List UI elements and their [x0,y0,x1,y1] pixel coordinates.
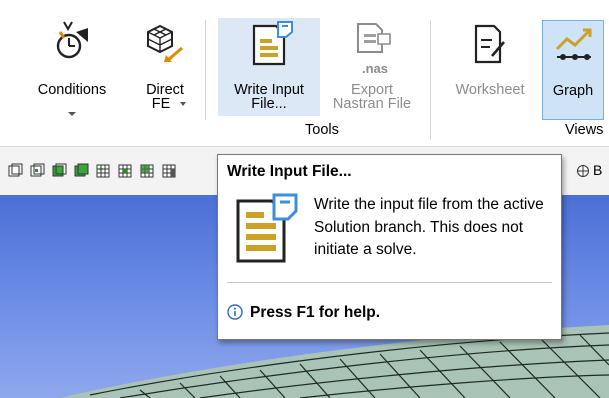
write-input-file-icon [236,193,298,263]
nas-icon-text: .nas [362,61,389,76]
chevron-down-icon [180,102,186,106]
conditions-label: Conditions [37,82,107,98]
info-icon [227,304,243,320]
select-edge-icon[interactable] [30,163,45,178]
export-nastran-icon [357,23,391,53]
select-node-icon[interactable] [96,163,111,178]
tooltip-description: Write the input file from the active Sol… [314,196,544,258]
write-input-file-icon [252,21,293,66]
tooltip-write-input-file: Write Input File... Write the input file… [217,154,562,340]
direct-fe-icon [147,24,183,62]
ribbon: Conditions Direct FE Write Input File... [0,0,609,147]
conditions-icon [56,21,88,59]
write-input-file-button[interactable]: Write Input File... [218,18,320,116]
select-face-icon[interactable] [52,163,67,178]
conditions-button[interactable]: Conditions [22,16,122,124]
graph-button[interactable]: Graph [542,20,604,120]
toolbar-partial-label: B [593,162,603,178]
tools-group-label: Tools [305,122,339,138]
select-vertex-icon[interactable] [8,163,23,178]
ribbon-separator [430,20,431,140]
select-element-face-icon[interactable] [118,163,133,178]
select-element-icon[interactable] [140,163,155,178]
tooltip-title: Write Input File... [227,163,352,180]
body-view-icon[interactable] [576,163,591,178]
worksheet-button[interactable]: Worksheet [440,16,540,124]
export-label-line2: Nastran File [332,96,412,112]
chevron-down-icon [68,112,76,116]
select-body-icon[interactable] [74,163,89,178]
select-body-elements-icon[interactable] [162,163,177,178]
direct-fe-button[interactable]: Direct FE [132,16,198,124]
views-group-label: Views [565,122,604,138]
export-nastran-file-button[interactable]: .nas Export Nastran File [322,16,422,124]
graph-icon [555,28,592,60]
worksheet-icon [474,24,505,64]
graph-label: Graph [552,83,594,99]
direct-fe-label-line2: FE [151,96,171,112]
worksheet-label: Worksheet [455,82,525,98]
tooltip-divider [227,282,552,283]
write-input-label-line2: File... [251,96,287,112]
ribbon-separator [205,20,206,120]
tooltip-help-text: Press F1 for help. [250,304,381,321]
